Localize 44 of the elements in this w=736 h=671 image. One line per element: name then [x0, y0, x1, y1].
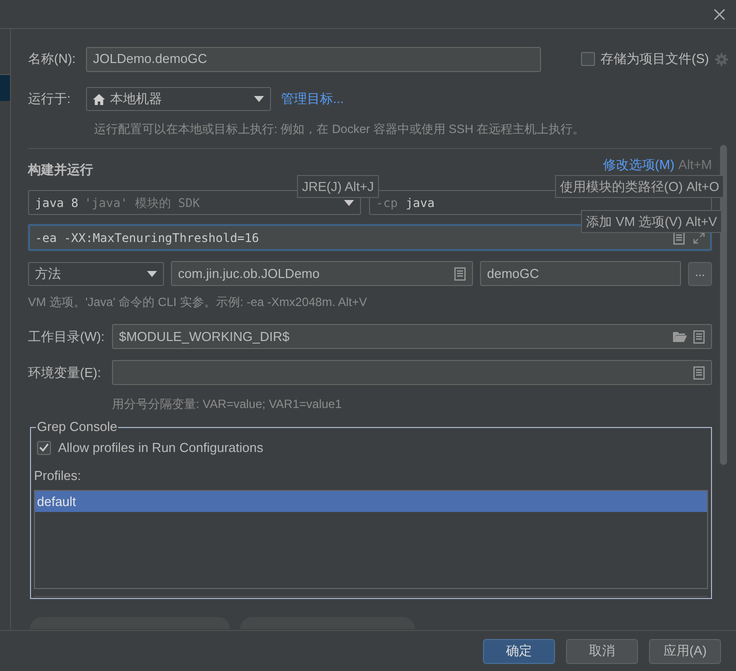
run-target-dropdown[interactable]: 本地机器 — [86, 87, 271, 111]
name-field[interactable]: JOLDemo.demoGC — [86, 46, 541, 72]
panel-title: Grep Console — [36, 419, 118, 435]
checkbox-label: 存储为项目文件(S) — [600, 50, 709, 68]
main-class-field[interactable]: com.jin.juc.ob.JOLDemo — [171, 261, 473, 286]
field-label: 工作目录(W): — [28, 328, 106, 346]
document-icon[interactable] — [454, 266, 466, 280]
tooltip: JRE(J) Alt+J — [297, 175, 379, 198]
env-vars-field[interactable] — [112, 360, 712, 385]
hint-text: 用分号分隔变量: VAR=value; VAR1=value1 — [112, 396, 343, 413]
hint-text: VM 选项。'Java' 命令的 CLI 实参。示例: -ea -Xmx2048m. Alt+V — [28, 294, 368, 311]
section-title: 构建并运行 — [28, 161, 93, 180]
gear-icon[interactable] — [715, 52, 728, 66]
dialog-button[interactable]: 取消 — [566, 638, 638, 664]
dialog-button[interactable]: 应用(A) — [649, 638, 721, 664]
profiles-list[interactable]: default — [34, 490, 708, 589]
working-dir-field[interactable]: $MODULE_WORKING_DIR$ — [112, 324, 712, 349]
method-field[interactable]: demoGC — [480, 261, 681, 286]
shortcut-text: Alt+M — [678, 156, 712, 174]
field-label: 环境变量(E): — [28, 364, 102, 382]
caret-icon — [254, 96, 264, 102]
caret-icon — [147, 270, 157, 276]
document-icon[interactable] — [693, 366, 705, 380]
folder-icon[interactable] — [673, 331, 687, 342]
tooltip: 添加 VM 选项(V) Alt+V — [581, 210, 722, 233]
manage-targets-link[interactable]: 管理目标... — [281, 89, 344, 109]
field-label: 名称(N): — [28, 50, 77, 68]
expand-icon[interactable] — [693, 232, 705, 244]
checkbox[interactable] — [580, 52, 595, 66]
modify-options-link[interactable]: 修改选项(M) — [602, 155, 674, 175]
hint-text: 运行配置可以在本地或目标上执行: 例如，在 Docker 容器中或使用 SSH 在远程主机上执行。 — [94, 121, 586, 138]
home-icon — [93, 94, 105, 104]
document-icon[interactable] — [693, 330, 705, 344]
close-icon[interactable] — [714, 8, 725, 20]
checkbox-label: Allow profiles in Run Configurations — [58, 439, 264, 457]
more-button[interactable]: ... — [688, 262, 712, 286]
profile-item[interactable]: default — [35, 491, 707, 512]
main-kind-dropdown[interactable]: 方法 — [28, 262, 164, 286]
profiles-label: Profiles: — [34, 466, 82, 484]
dialog-button[interactable]: 确定 — [483, 638, 555, 664]
checkbox[interactable] — [37, 440, 51, 455]
field-label: 运行于: — [28, 90, 72, 108]
document-icon[interactable] — [673, 230, 685, 244]
tooltip: 使用模块的类路径(O) Alt+O — [555, 175, 724, 198]
